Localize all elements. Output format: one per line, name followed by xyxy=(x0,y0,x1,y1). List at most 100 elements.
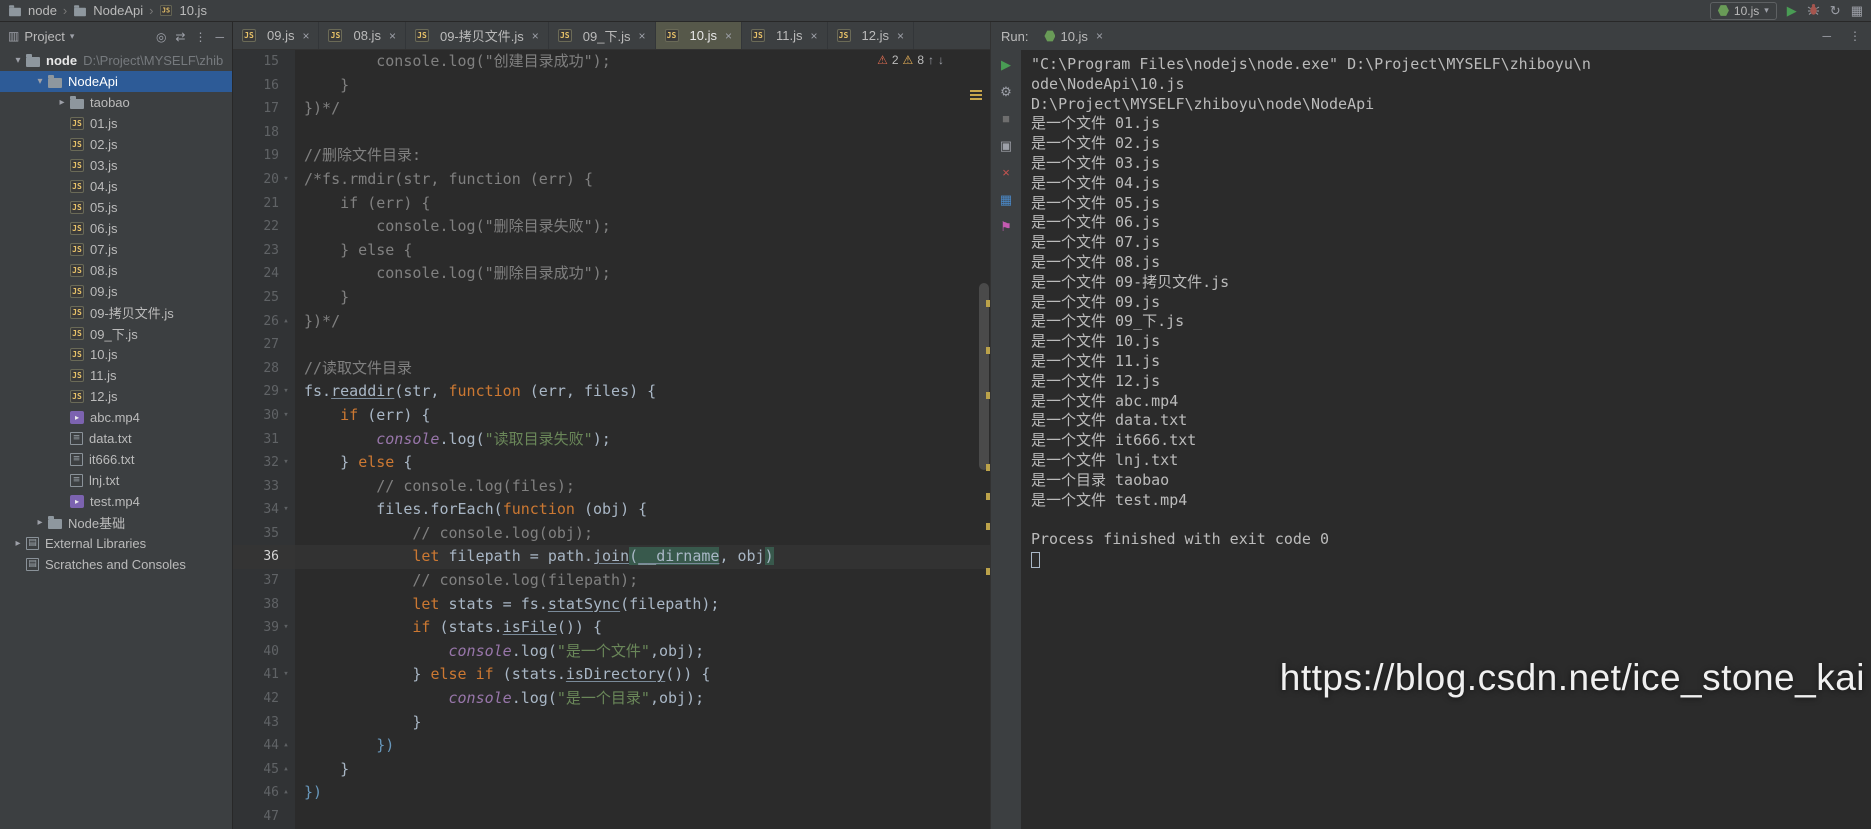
code-line-39[interactable]: 39 ▾ if (stats.isFile()) { xyxy=(233,616,990,640)
tab-08.js[interactable]: JS 08.js × xyxy=(319,22,406,49)
code-line-41[interactable]: 41 ▾ } else if (stats.isDirectory()) { xyxy=(233,663,990,688)
run-button[interactable]: ▶ xyxy=(1787,4,1797,17)
editor-surface[interactable]: 15 console.log("创建目录成功"); 16 } 17})*/18 19/… xyxy=(233,50,990,829)
code-line-25[interactable]: 25 } xyxy=(233,285,990,310)
tree-item-09-拷贝文件.js[interactable]: JS 09-拷贝文件.js xyxy=(0,302,232,323)
run-config-selector[interactable]: 10.js ▾ xyxy=(1709,1,1777,20)
tab-12.js[interactable]: JS 12.js × xyxy=(828,22,914,49)
code-line-46[interactable]: 46 ▴}) xyxy=(233,781,990,805)
tree-chevron-icon[interactable]: ▸ xyxy=(32,517,48,528)
code-line-36[interactable]: 36 let filepath = path.join(__dirname, o… xyxy=(233,545,990,570)
fold-marker-icon[interactable]: ▾ xyxy=(279,616,293,640)
tree-item-08.js[interactable]: JS 08.js xyxy=(0,260,232,281)
next-issue-icon[interactable]: ↓ xyxy=(938,53,944,67)
code-line-19[interactable]: 19//删除文件目录: xyxy=(233,144,990,168)
code-line-18[interactable]: 18 xyxy=(233,120,990,145)
tree-chevron-icon[interactable]: ▸ xyxy=(10,538,26,549)
tree-chevron-icon[interactable]: ▾ xyxy=(32,76,48,87)
code-line-24[interactable]: 24 console.log("删除目录成功"); xyxy=(233,262,990,286)
editor-scrollbar[interactable] xyxy=(979,283,989,470)
tree-item-Node基础[interactable]: ▸ Node基础 xyxy=(0,512,232,533)
tree-item-10.js[interactable]: JS 10.js xyxy=(0,344,232,365)
tree-item-09_下.js[interactable]: JS 09_下.js xyxy=(0,323,232,344)
fold-marker-icon[interactable]: ▾ xyxy=(279,404,293,428)
code-line-33[interactable]: 33 // console.log(files); xyxy=(233,474,990,499)
stop-icon[interactable]: ■ xyxy=(1002,112,1010,125)
minimize-icon[interactable]: ─ xyxy=(1822,29,1831,43)
tree-item-taobao[interactable]: ▸ taobao xyxy=(0,92,232,113)
code-line-29[interactable]: 29 ▾ fs.readdir(str, function (err, files)… xyxy=(233,380,990,404)
fold-marker-icon[interactable]: ▴ xyxy=(279,310,293,334)
fold-marker-icon[interactable]: ▾ xyxy=(279,451,293,475)
tree-item-11.js[interactable]: JS 11.js xyxy=(0,365,232,386)
hide-panel-icon[interactable]: ─ xyxy=(215,30,224,44)
code-line-28[interactable]: 28//读取文件目录 xyxy=(233,356,990,381)
close-icon[interactable]: × xyxy=(1096,29,1103,43)
code-line-16[interactable]: 16 } xyxy=(233,73,990,98)
code-line-47[interactable]: 47 xyxy=(233,805,990,829)
fold-marker-icon[interactable]: ▾ xyxy=(279,663,293,687)
tree-item-06.js[interactable]: JS 06.js xyxy=(0,218,232,239)
tree-item-02.js[interactable]: JS 02.js xyxy=(0,134,232,155)
clear-console-icon[interactable]: × xyxy=(1002,166,1010,179)
run-tab[interactable]: 10.js × xyxy=(1036,22,1110,50)
close-icon[interactable]: × xyxy=(810,29,817,43)
code-line-35[interactable]: 35 // console.log(obj); xyxy=(233,521,990,546)
breadcrumb-item-node[interactable]: node xyxy=(8,3,57,18)
code-line-32[interactable]: 32 ▾ } else { xyxy=(233,451,990,475)
restore-layout-icon[interactable]: ▣ xyxy=(1000,139,1012,152)
tree-item-NodeApi[interactable]: ▾ NodeApi xyxy=(0,71,232,92)
tree-item-04.js[interactable]: JS 04.js xyxy=(0,176,232,197)
code-line-30[interactable]: 30 ▾ if (err) { xyxy=(233,403,990,428)
tree-item-node[interactable]: ▾ node D:\Project\MYSELF\zhib xyxy=(0,50,232,71)
code-line-31[interactable]: 31 console.log("读取目录失败"); xyxy=(233,427,990,452)
panel-options-icon[interactable]: ⋮ xyxy=(194,30,206,44)
breadcrumb-item-10.js[interactable]: JS 10.js xyxy=(159,3,207,18)
code-line-38[interactable]: 38 let stats = fs.statSync(filepath); xyxy=(233,592,990,617)
code-line-40[interactable]: 40 console.log("是一个文件",obj); xyxy=(233,639,990,664)
tree-item-Scratches and Consoles[interactable]: ▤ Scratches and Consoles xyxy=(0,554,232,575)
code-line-21[interactable]: 21 if (err) { xyxy=(233,191,990,216)
prev-issue-icon[interactable]: ↑ xyxy=(928,53,934,67)
close-icon[interactable]: × xyxy=(532,29,539,43)
code-line-26[interactable]: 26 ▴})*/ xyxy=(233,309,990,334)
pin-icon[interactable]: ⚑ xyxy=(1000,220,1012,233)
fold-marker-icon[interactable]: ▴ xyxy=(279,758,293,782)
rerun-icon[interactable]: ▶ xyxy=(1001,58,1011,71)
code-line-22[interactable]: 22 console.log("删除目录失败"); xyxy=(233,215,990,239)
layout-grid-icon[interactable]: ▦ xyxy=(1000,193,1012,206)
code-line-45[interactable]: 45 ▴ } xyxy=(233,757,990,782)
code-line-43[interactable]: 43 } xyxy=(233,710,990,735)
breadcrumb-item-NodeApi[interactable]: NodeApi xyxy=(73,3,143,18)
console-output[interactable]: "C:\Program Files\nodejs\node.exe" D:\Pr… xyxy=(1021,50,1871,829)
tab-11.js[interactable]: JS 11.js × xyxy=(742,22,828,49)
tree-item-05.js[interactable]: JS 05.js xyxy=(0,197,232,218)
debug-button[interactable] xyxy=(1807,3,1820,18)
settings-icon[interactable]: ⚙ xyxy=(1000,85,1012,98)
fold-marker-icon[interactable]: ▾ xyxy=(279,380,293,404)
inspections-widget[interactable]: ⚠ 2 ⚠ 8 ↑ ↓ xyxy=(873,53,948,67)
tab-10.js[interactable]: JS 10.js × xyxy=(655,22,742,49)
tree-chevron-icon[interactable]: ▾ xyxy=(10,55,26,66)
code-line-34[interactable]: 34 ▾ files.forEach(function (obj) { xyxy=(233,498,990,522)
fold-marker-icon[interactable]: ▾ xyxy=(279,168,293,192)
tab-09_下.js[interactable]: JS 09_下.js × xyxy=(549,22,656,49)
code-line-17[interactable]: 17})*/ xyxy=(233,97,990,121)
code-line-20[interactable]: 20 ▾/*fs.rmdir(str, function (err) { xyxy=(233,167,990,192)
profiler-button[interactable]: ▦ xyxy=(1851,4,1863,17)
tab-09-拷贝文件.js[interactable]: JS 09-拷贝文件.js × xyxy=(406,22,549,49)
code-line-23[interactable]: 23 } else { xyxy=(233,238,990,263)
project-panel-title[interactable]: Project xyxy=(24,29,64,44)
collapse-all-icon[interactable]: ⇄ xyxy=(175,30,185,44)
tree-chevron-icon[interactable]: ▸ xyxy=(54,97,70,108)
code-line-27[interactable]: 27 xyxy=(233,333,990,357)
tree-item-07.js[interactable]: JS 07.js xyxy=(0,239,232,260)
tree-item-09.js[interactable]: JS 09.js xyxy=(0,281,232,302)
close-icon[interactable]: × xyxy=(725,29,732,43)
tree-item-01.js[interactable]: JS 01.js xyxy=(0,113,232,134)
tree-item-lnj.txt[interactable]: ≡ lnj.txt xyxy=(0,470,232,491)
tree-item-abc.mp4[interactable]: ▸ abc.mp4 xyxy=(0,407,232,428)
more-options-icon[interactable]: ⋮ xyxy=(1849,29,1861,43)
fold-marker-icon[interactable]: ▴ xyxy=(279,781,293,805)
code-line-37[interactable]: 37 // console.log(filepath); xyxy=(233,569,990,593)
